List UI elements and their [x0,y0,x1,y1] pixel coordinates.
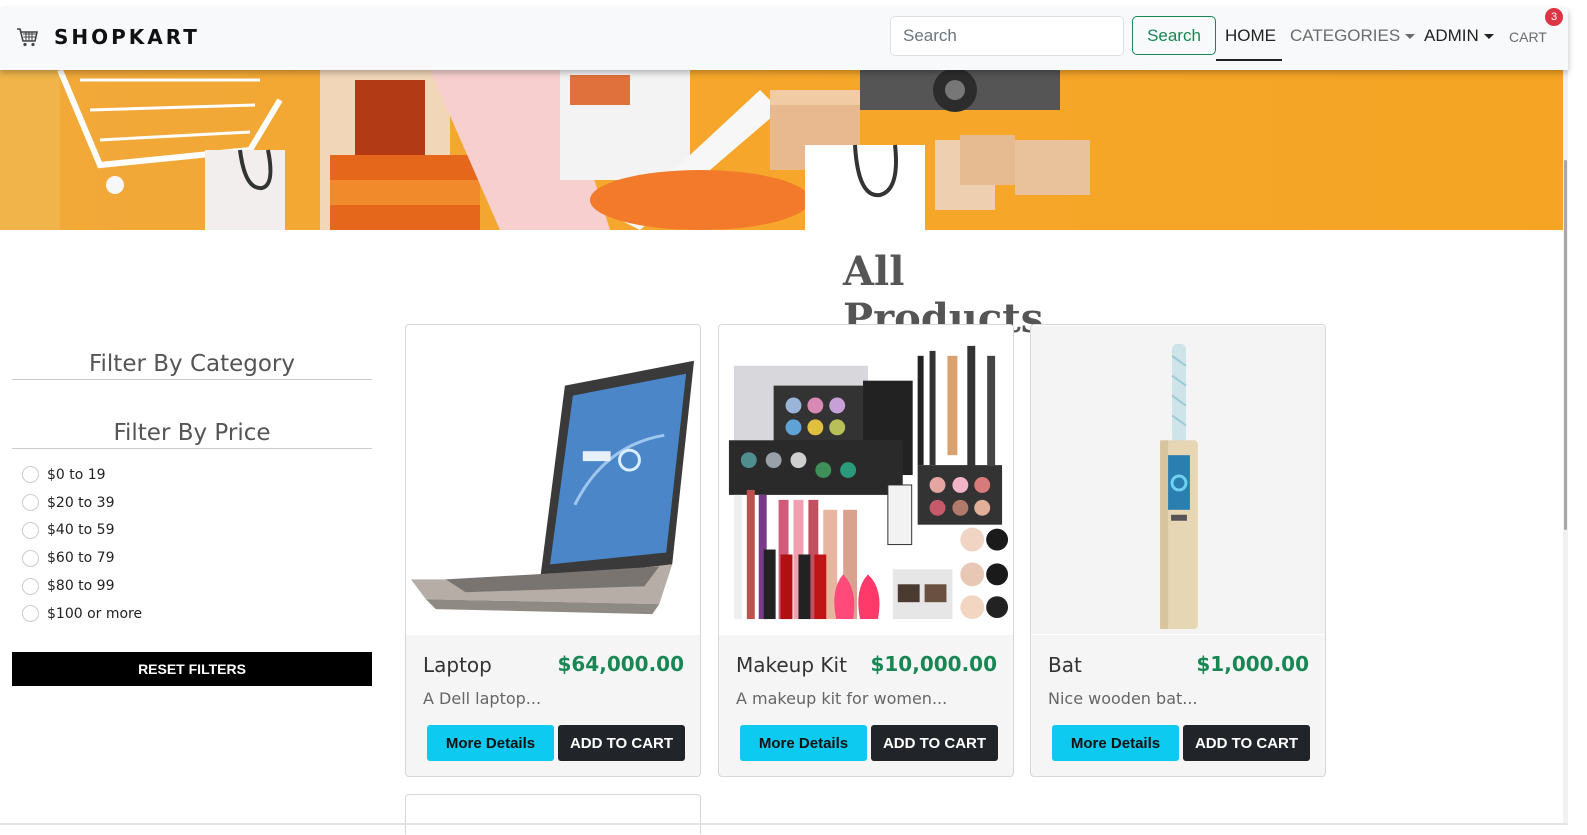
card-body: Laptop $64,000.00 A Dell laptop... More … [406,635,700,776]
price-option-label: $100 or more [47,605,143,622]
product-description: A Dell laptop... [423,689,542,708]
laptop-image[interactable] [406,325,700,635]
product-card-partial [405,794,701,834]
price-option-label: $40 to 59 [47,522,115,539]
price-option[interactable]: $0 to 19 [12,461,372,489]
shopping-illustration [0,70,1563,230]
page-bottom-edge [0,823,1568,825]
reset-filters-button[interactable]: RESET FILTERS [12,651,372,686]
more-details-button[interactable]: More Details [427,725,554,761]
product-price: $1,000.00 [1196,652,1309,676]
price-option-label: $80 to 99 [47,578,115,595]
price-option[interactable]: $20 to 39 [12,489,372,517]
caret-down-icon [1405,34,1416,40]
radio-button[interactable] [22,605,39,623]
active-nav-indicator [1216,59,1282,61]
radio-button[interactable] [22,521,39,539]
product-name[interactable]: Bat [1048,653,1082,677]
cricket-bat-image[interactable] [1031,325,1325,635]
radio-button[interactable] [22,494,39,512]
product-name[interactable]: Laptop [423,653,492,677]
nav-categories-label: CATEGORIES [1290,26,1401,45]
radio-button[interactable] [22,577,39,595]
product-price: $64,000.00 [557,652,684,676]
nav-categories-dropdown[interactable]: CATEGORIES [1290,26,1416,46]
filter-category-heading: Filter By Category [12,351,372,380]
product-description: A makeup kit for women... [736,689,948,708]
price-option-label: $20 to 39 [47,494,115,511]
search-button[interactable]: Search [1132,16,1216,55]
top-navbar: SHOPKART Search HOME CATEGORIES ADMIN CA… [0,8,1568,70]
product-name[interactable]: Makeup Kit [736,653,847,677]
add-to-cart-button[interactable]: ADD TO CART [1183,725,1310,761]
price-option[interactable]: $80 to 99 [12,572,372,600]
radio-button[interactable] [22,549,39,567]
product-description: Nice wooden bat... [1048,689,1198,708]
card-body: Makeup Kit $10,000.00 A makeup kit for w… [719,635,1013,776]
add-to-cart-button[interactable]: ADD TO CART [558,725,685,761]
scrollbar-thumb[interactable] [1564,160,1567,530]
cart-count-badge: 3 [1545,8,1563,26]
price-option[interactable]: $60 to 79 [12,544,372,572]
nav-home-link[interactable]: HOME [1225,26,1276,46]
price-option[interactable]: $40 to 59 [12,517,372,545]
filter-price-heading: Filter By Price [12,420,372,449]
caret-down-icon [1483,34,1494,40]
nav-cart-link[interactable]: CART [1509,29,1547,45]
brand[interactable]: SHOPKART [16,25,200,49]
hero-banner [0,70,1563,230]
more-details-button[interactable]: More Details [740,725,867,761]
product-price: $10,000.00 [870,652,997,676]
price-filter-list: $0 to 19 $20 to 39 $40 to 59 $60 to 79 $… [12,461,372,628]
price-option-label: $0 to 19 [47,466,106,483]
radio-button[interactable] [22,466,39,484]
filter-sidebar: Filter By Category Filter By Price $0 to… [12,345,372,686]
more-details-button[interactable]: More Details [1052,725,1179,761]
search-input[interactable] [890,16,1124,56]
nav-admin-label: ADMIN [1424,26,1479,45]
price-option-label: $60 to 79 [47,550,115,567]
makeup-kit-image[interactable] [719,325,1013,635]
add-to-cart-button[interactable]: ADD TO CART [871,725,998,761]
nav-admin-dropdown[interactable]: ADMIN [1424,26,1494,46]
price-option[interactable]: $100 or more [12,600,372,628]
product-card-laptop: Laptop $64,000.00 A Dell laptop... More … [405,324,701,777]
brand-name: SHOPKART [54,25,200,49]
product-card-bat: Bat $1,000.00 Nice wooden bat... More De… [1030,324,1326,777]
card-body: Bat $1,000.00 Nice wooden bat... More De… [1031,635,1325,776]
product-card-makeup-kit: Makeup Kit $10,000.00 A makeup kit for w… [718,324,1014,777]
shopping-cart-icon [17,28,38,47]
